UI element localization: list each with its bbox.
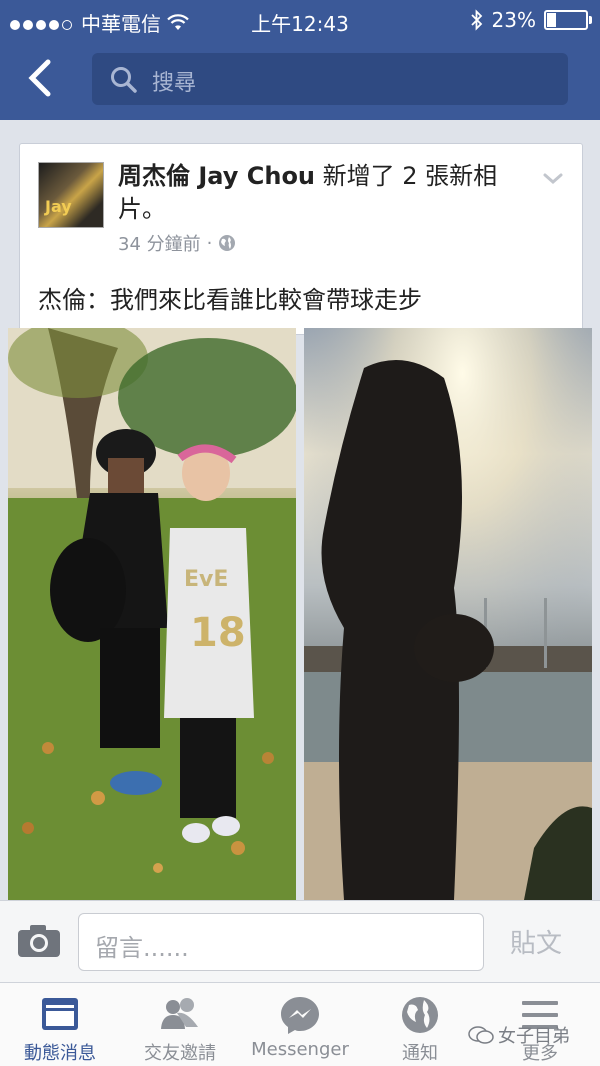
post-title: 周杰倫 Jay Chou 新增了 2 張新相片。 [118, 160, 538, 226]
top-bar: 中華電信 上午12:43 23% 搜尋 [0, 0, 600, 120]
meta-separator: · [206, 232, 213, 254]
photo-left[interactable]: EvE 18 [8, 328, 296, 900]
watermark: 女子目弟 [468, 1022, 570, 1048]
comment-placeholder: 留言...... [95, 934, 189, 962]
battery-icon [544, 10, 592, 30]
post-author[interactable]: 周杰倫 Jay Chou [118, 162, 315, 190]
globe-icon [219, 235, 236, 251]
post-button[interactable]: 貼文 [510, 923, 562, 960]
tab-label: 通知 [402, 1043, 438, 1064]
tab-news-feed[interactable]: 動態消息 [0, 983, 120, 1066]
search-bar[interactable]: 搜尋 [92, 53, 568, 105]
messenger-icon [281, 997, 319, 1034]
comment-input[interactable]: 留言...... [78, 913, 484, 971]
tab-messenger[interactable]: Messenger [240, 983, 360, 1066]
jersey-text: EvE [184, 567, 228, 592]
friends-icon [161, 998, 198, 1029]
search-placeholder: 搜尋 [152, 71, 197, 96]
chevron-down-icon[interactable] [542, 172, 564, 186]
tab-label: 動態消息 [24, 1043, 96, 1064]
bluetooth-icon [470, 9, 482, 31]
search-icon [111, 67, 137, 93]
tab-label: 交友邀請 [144, 1043, 216, 1064]
status-right: 23% [470, 8, 592, 32]
photo-left-scene: EvE 18 [8, 328, 296, 900]
camera-icon[interactable] [16, 923, 62, 959]
battery-percent: 23% [491, 8, 536, 32]
avatar-text: Jay [45, 197, 72, 216]
post-card: Jay 周杰倫 Jay Chou 新增了 2 張新相片。 34 分鐘前 · 杰倫… [19, 143, 583, 335]
tab-label: Messenger [251, 1039, 349, 1060]
tab-notifications[interactable]: 通知 [360, 983, 480, 1066]
tab-friend-requests[interactable]: 交友邀請 [120, 983, 240, 1066]
photo-right[interactable] [304, 328, 592, 900]
globe-icon [402, 997, 438, 1033]
wechat-icon [468, 1026, 494, 1044]
post-meta: 34 分鐘前 · [118, 230, 236, 256]
comment-bar: 留言...... 貼文 [0, 900, 600, 983]
post-time[interactable]: 34 分鐘前 [118, 230, 201, 256]
post-caption: 杰倫：我們來比看誰比較會帶球走步 [38, 286, 422, 314]
back-arrow-icon[interactable] [24, 58, 58, 98]
avatar[interactable]: Jay [38, 162, 104, 228]
jersey-number: 18 [190, 610, 246, 656]
watermark-text: 女子目弟 [498, 1026, 570, 1047]
news-feed-icon [42, 998, 78, 1030]
photo-right-scene [304, 328, 592, 900]
status-bar: 中華電信 上午12:43 23% [0, 0, 600, 40]
